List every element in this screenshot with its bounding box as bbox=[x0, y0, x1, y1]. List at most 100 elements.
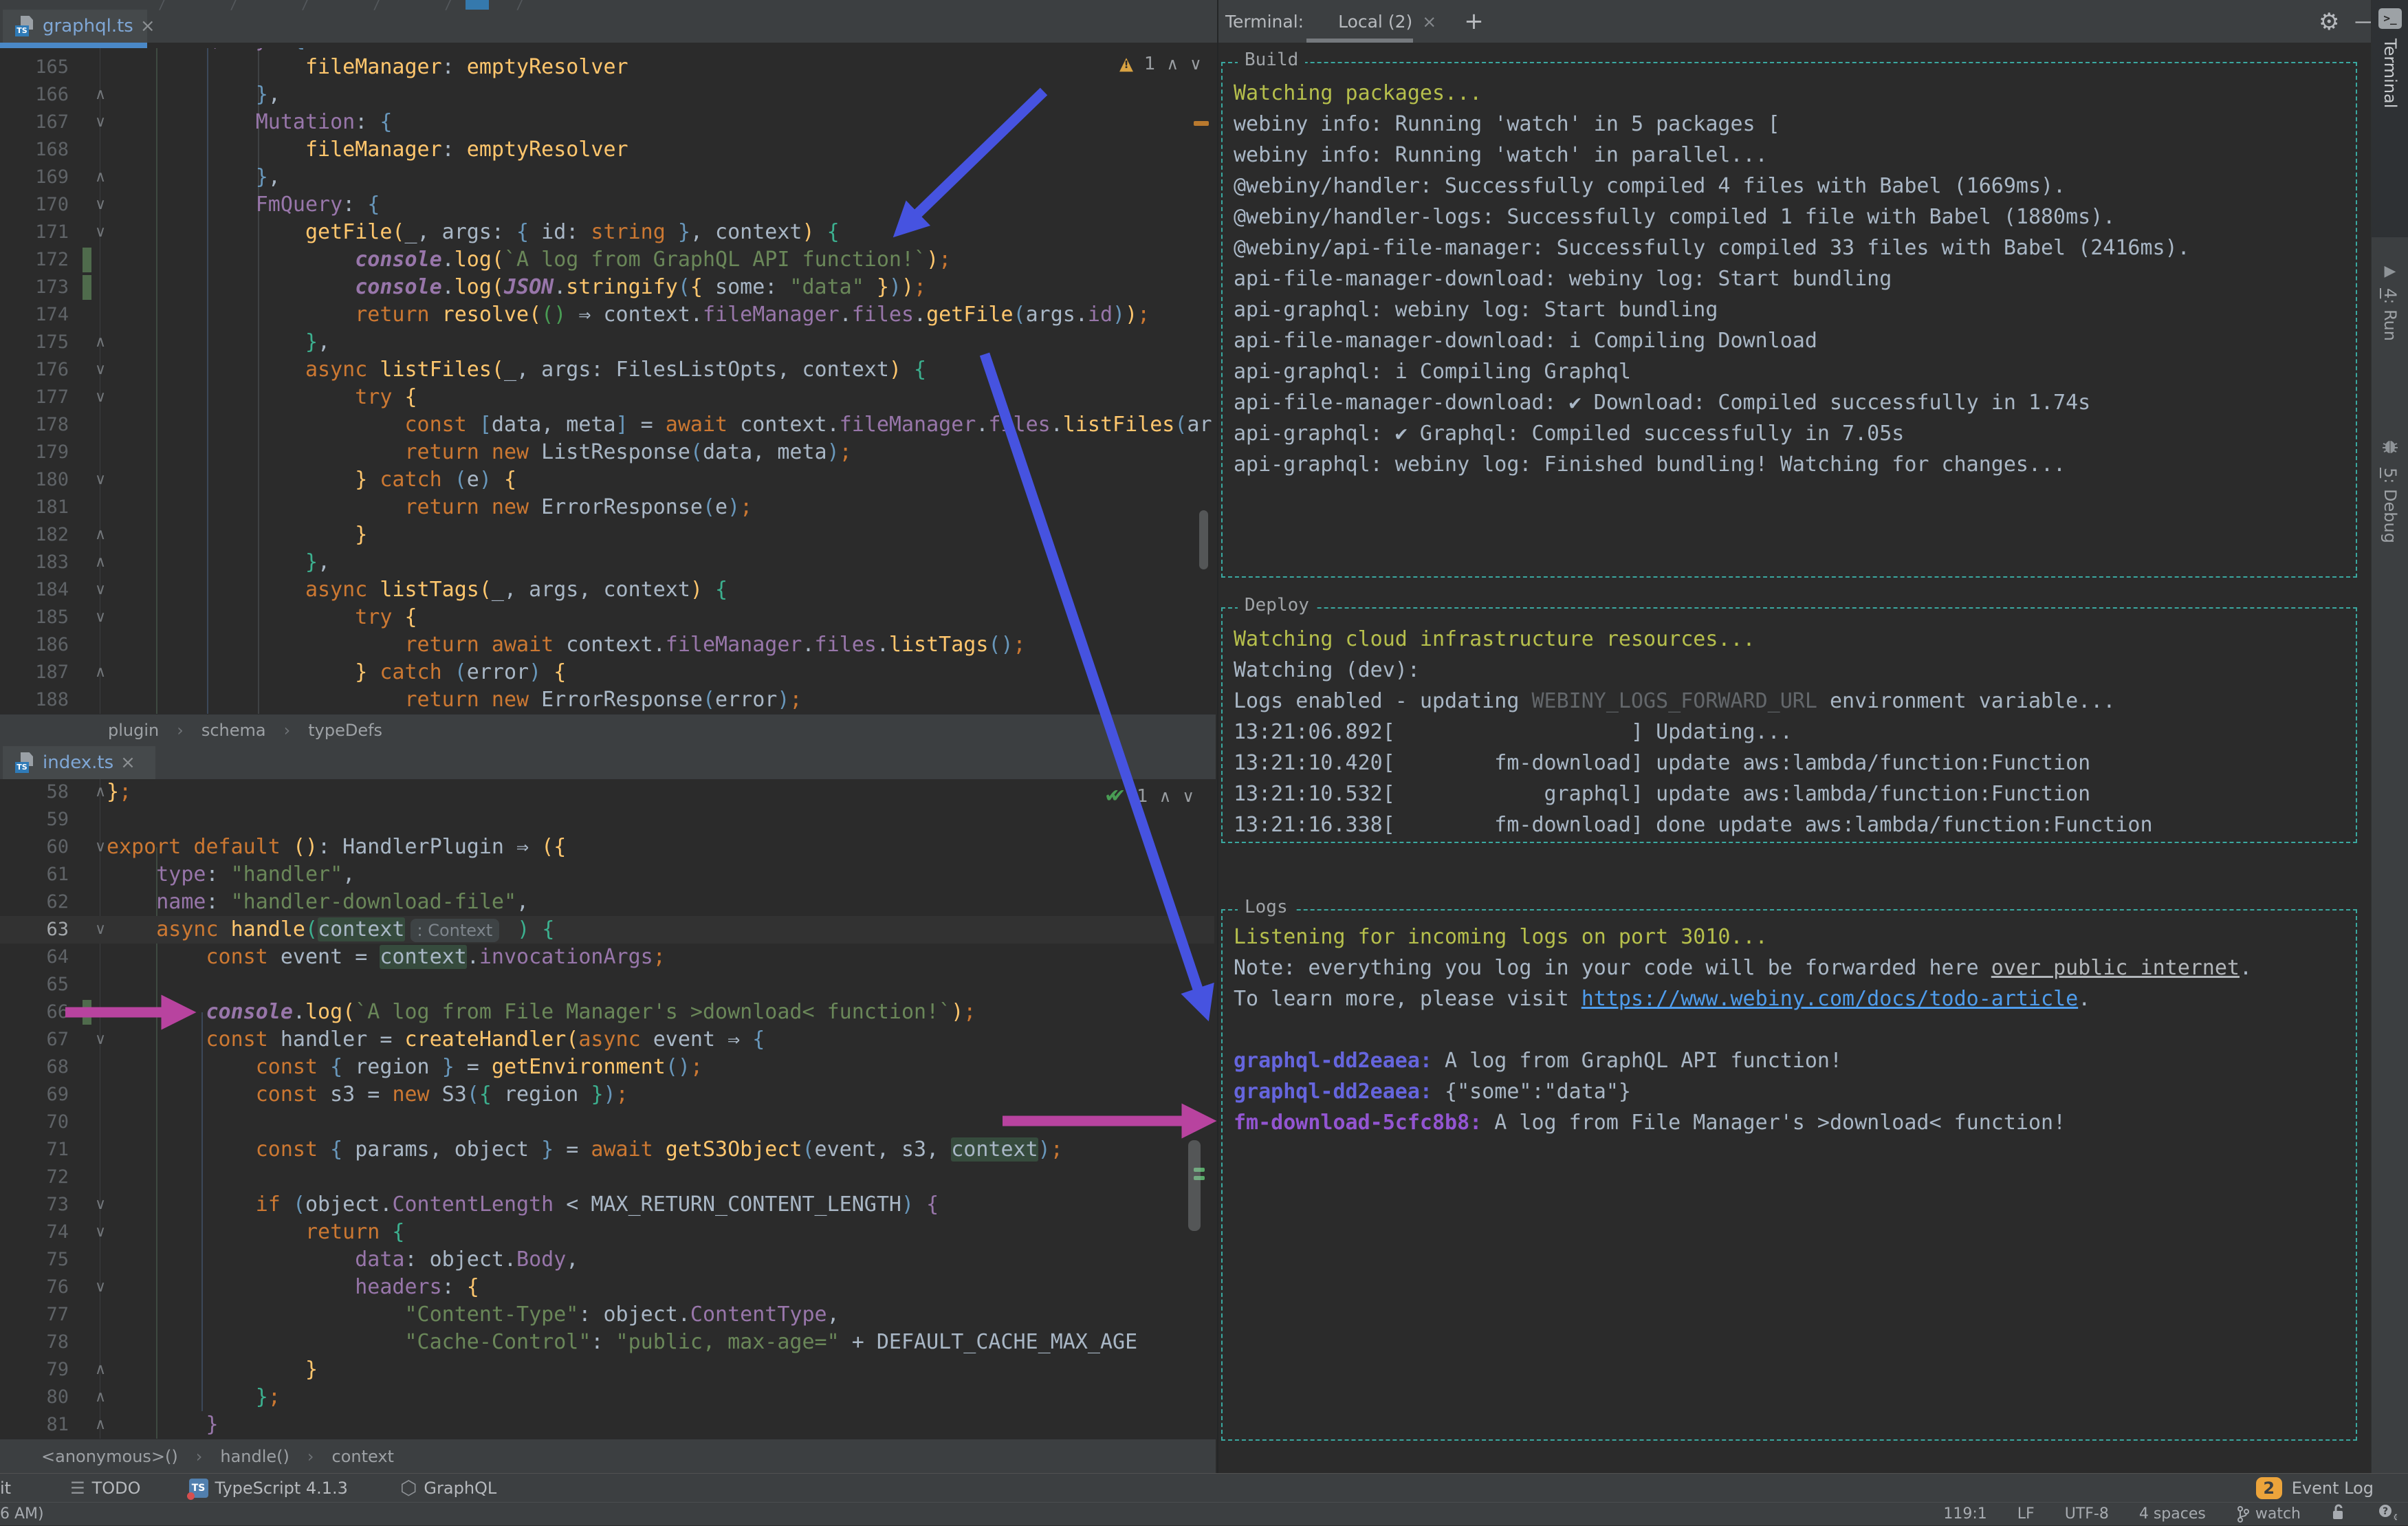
branch-icon bbox=[2237, 1505, 2249, 1523]
close-icon[interactable]: × bbox=[140, 16, 155, 36]
code-line-80: }; bbox=[255, 1385, 281, 1409]
tab-bar-index: TS index.ts × bbox=[0, 746, 1216, 779]
run-icon: ▶ bbox=[2384, 263, 2396, 280]
line-number: 78 bbox=[46, 1331, 69, 1353]
typescript-icon: TS bbox=[186, 1478, 208, 1500]
terminal-title: Terminal: bbox=[1225, 11, 1304, 32]
line-number: 186 bbox=[35, 634, 69, 655]
code-line-185: try { bbox=[355, 605, 417, 629]
terminal-box-logs: Logs Listening for incoming logs on port … bbox=[1221, 897, 2357, 1441]
help-settings-icon[interactable]: ?⚙ bbox=[2376, 1503, 2402, 1526]
tool-button-terminal[interactable]: >_ Terminal bbox=[2372, 0, 2408, 237]
editor-index-ts[interactable]: 58 ∧}; 59 60 ∨ export default (): HandlerPlug… bbox=[0, 779, 1214, 1439]
file-encoding[interactable]: UTF-8 bbox=[2065, 1505, 2109, 1523]
code-line-67: const handler = createHandler(async even… bbox=[206, 1027, 765, 1051]
breadcrumb: <anonymous>() › handle() › context bbox=[0, 1439, 1216, 1473]
next-mark-icon[interactable]: ∨ bbox=[1182, 787, 1194, 806]
line-number: 75 bbox=[46, 1249, 69, 1270]
warning-stripe-mark[interactable] bbox=[1194, 121, 1209, 126]
code-line-177: try { bbox=[355, 385, 417, 409]
line-number: 65 bbox=[46, 974, 69, 995]
active-tab-underline bbox=[0, 43, 147, 48]
terminal-tab-local[interactable]: Local (2) bbox=[1338, 12, 1412, 32]
todo-tool-button[interactable]: ☰ TODO bbox=[70, 1479, 140, 1498]
event-log-button[interactable]: Event Log bbox=[2292, 1479, 2374, 1498]
terminal-line: api-file-manager-download: i Compiling D… bbox=[1234, 329, 1817, 353]
terminal-tab-close-icon[interactable]: × bbox=[1422, 12, 1436, 32]
clipped-row-marks: / / / / / / bbox=[158, 0, 552, 12]
ok-count: 1 bbox=[1137, 785, 1148, 807]
scrollbar-thumb-graphql[interactable] bbox=[1199, 510, 1208, 569]
terminal-line: Watching cloud infrastructure resources.… bbox=[1234, 627, 1755, 651]
new-terminal-icon[interactable]: + bbox=[1464, 8, 1484, 35]
docs-link[interactable]: https://www.webiny.com/docs/todo-article bbox=[1581, 987, 2078, 1011]
prev-warning-icon[interactable]: ∧ bbox=[1167, 54, 1179, 74]
code-line-73: if (object.ContentLength < MAX_RETURN_CO… bbox=[255, 1192, 939, 1217]
line-number: 188 bbox=[35, 689, 69, 710]
inspection-widget-index[interactable]: ✔✔ 1 ∧ ∨ bbox=[1104, 785, 1194, 807]
code-line-166: }, bbox=[255, 83, 281, 107]
breadcrumb-separator: › bbox=[307, 1446, 314, 1466]
line-number: 171 bbox=[35, 221, 69, 243]
terminal-output[interactable]: Build Watching packages... webiny info: Ru… bbox=[1218, 43, 2371, 1473]
code-line-178: const [data, meta] = await context.fileM… bbox=[404, 413, 1212, 437]
tab-index-ts[interactable]: TS index.ts × bbox=[3, 746, 155, 779]
line-number: 73 bbox=[46, 1194, 69, 1215]
terminal-panel[interactable]: Terminal: Local (2) × + ⚙ — Build Watchin… bbox=[1217, 0, 2375, 1473]
breadcrumb-item[interactable]: schema bbox=[201, 721, 266, 740]
breadcrumb-item[interactable]: typeDefs bbox=[308, 721, 382, 740]
tool-button-label: Terminal bbox=[2380, 39, 2400, 109]
line-ending[interactable]: LF bbox=[2017, 1505, 2035, 1523]
prev-mark-icon[interactable]: ∧ bbox=[1159, 787, 1172, 806]
close-icon[interactable]: × bbox=[120, 752, 135, 773]
terminal-line: fm-download-5cfc8b8: A log from File Man… bbox=[1234, 1111, 2066, 1135]
terminal-line: api-file-manager-download: webiny log: S… bbox=[1234, 267, 1892, 291]
code-line-179: return new ListResponse(data, meta); bbox=[404, 440, 852, 464]
terminal-line: @webiny/handler: Successfully compiled 4… bbox=[1234, 174, 2066, 198]
code-line-173: console.log(JSON.stringify({ some: "data… bbox=[355, 275, 927, 299]
scrollbar-thumb-index[interactable] bbox=[1188, 1140, 1201, 1231]
graphql-tool-button[interactable]: ⬡ GraphQL bbox=[400, 1476, 496, 1499]
code-line-63: async handle(context: Context ) { bbox=[156, 917, 555, 942]
terminal-line: api-graphql: webiny log: Start bundling bbox=[1234, 298, 1718, 322]
event-log-badge[interactable]: 2 bbox=[2255, 1476, 2282, 1499]
code-line-77: "Content-Type": object.ContentType, bbox=[404, 1302, 840, 1327]
terminal-icon: >_ bbox=[2378, 8, 2402, 29]
caret-position[interactable]: 119:1 bbox=[1943, 1505, 1986, 1523]
line-number: 183 bbox=[35, 552, 69, 573]
code-line-176: async listFiles(_, args: FilesListOpts, … bbox=[305, 358, 927, 382]
terminal-line: 13:21:10.420[ fm-download] update aws:la… bbox=[1234, 751, 2091, 775]
lock-icon[interactable] bbox=[2331, 1503, 2346, 1525]
terminal-line: @webiny/handler-logs: Successfully compi… bbox=[1234, 205, 2116, 229]
terminal-line: Watching (dev): bbox=[1234, 658, 1420, 682]
tool-window-strip: >_ Terminal ▶ 4: Run 5: Debug bbox=[2371, 0, 2408, 1473]
typescript-service-button[interactable]: TS TypeScript 4.1.3 bbox=[186, 1478, 348, 1500]
inspection-widget-graphql[interactable]: ▲! 1 ∧ ∨ bbox=[1119, 54, 1202, 74]
warning-count: 1 bbox=[1144, 54, 1156, 74]
tab-graphql-ts[interactable]: TS graphql.ts × bbox=[3, 10, 155, 43]
breadcrumb-item[interactable]: context bbox=[332, 1447, 394, 1466]
git-label-partial[interactable]: it bbox=[0, 1479, 11, 1498]
tool-button-label: 5: Debug bbox=[2380, 468, 2400, 543]
code-line-167: Mutation: { bbox=[255, 110, 393, 134]
line-number: 164 bbox=[0, 48, 69, 54]
tool-button-run[interactable]: ▶ 4: Run bbox=[2372, 263, 2408, 341]
line-number: 170 bbox=[35, 194, 69, 215]
gear-icon[interactable]: ⚙ bbox=[2319, 8, 2339, 36]
indent-setting[interactable]: 4 spaces bbox=[2139, 1505, 2206, 1523]
terminal-line: graphql-dd2eaea: {"some":"data"} bbox=[1234, 1080, 1631, 1104]
editor-graphql-ts[interactable]: 164 Query: {165 fileManager: emptyResolv… bbox=[0, 48, 1214, 714]
code-line-68: const { region } = getEnvironment(); bbox=[255, 1055, 703, 1079]
type-hint-inlay: : Context bbox=[410, 918, 500, 942]
line-number: 58 bbox=[46, 781, 69, 803]
breadcrumb-item[interactable]: plugin bbox=[108, 721, 159, 740]
breadcrumb-separator: › bbox=[283, 721, 291, 740]
tool-button-debug[interactable]: 5: Debug bbox=[2372, 437, 2408, 543]
code-line-58: }; bbox=[107, 780, 132, 804]
breadcrumb-item[interactable]: handle() bbox=[220, 1447, 289, 1466]
breadcrumb-item[interactable]: <anonymous>() bbox=[41, 1447, 178, 1466]
git-branch-widget[interactable]: watch bbox=[2236, 1505, 2301, 1523]
code-line-169: }, bbox=[255, 165, 281, 189]
next-warning-icon[interactable]: ∨ bbox=[1190, 54, 1202, 74]
typescript-file-icon: TS bbox=[15, 16, 36, 36]
